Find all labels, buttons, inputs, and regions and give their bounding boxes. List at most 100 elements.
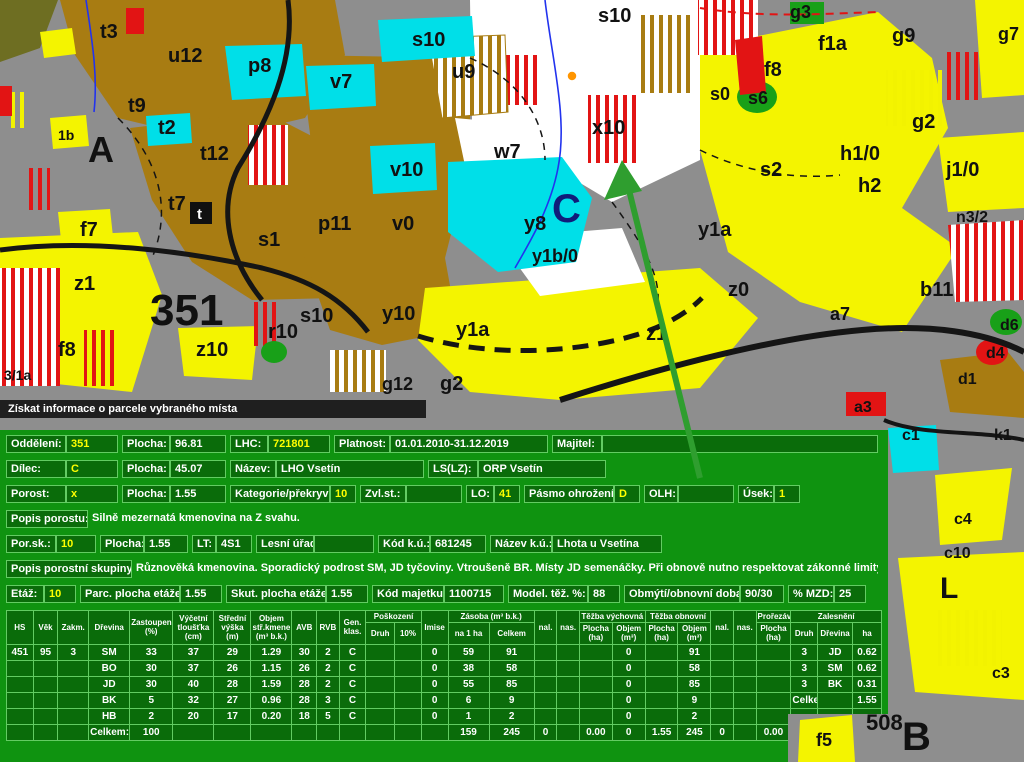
table-cell <box>173 724 214 740</box>
info-label: Popis porostní skupiny: <box>6 560 132 578</box>
map-label-v10: v10 <box>390 159 423 181</box>
map-label-p8: p8 <box>248 55 271 77</box>
map-label-h1/0: h1/0 <box>840 143 880 165</box>
table-cell <box>733 724 756 740</box>
table-cell <box>791 724 818 740</box>
table-cell <box>534 644 557 660</box>
info-value: 1100715 <box>444 585 504 603</box>
info-row: Popis porostu:Silně mezernatá kmenovina … <box>6 510 882 528</box>
info-label: Skut. plocha etáže: <box>226 585 326 603</box>
map-label-d1: d1 <box>958 371 977 388</box>
table-cell: JD <box>89 676 130 692</box>
app-screen: t3u12p8v7s10u9s10g3g9f1af8g7s0s6g2t9t21b… <box>0 0 1024 762</box>
info-value: 10 <box>330 485 356 503</box>
table-cell <box>395 676 422 692</box>
table-cell: 0.00 <box>579 724 612 740</box>
info-label: Obmýtí/obnovní doba: <box>624 585 740 603</box>
info-value: 681245 <box>430 535 486 553</box>
col-subheader: Objem (m³) <box>612 623 645 644</box>
col-header: Zalesnění <box>791 611 882 623</box>
map-label-f8: f8 <box>764 59 782 81</box>
table-cell: 0.20 <box>251 708 292 724</box>
info-value: 1.55 <box>326 585 368 603</box>
table-cell: BK <box>818 676 853 692</box>
map-label-p11: p11 <box>318 213 351 235</box>
map-label-t9: t9 <box>128 95 146 117</box>
table-cell: 3 <box>791 660 818 676</box>
map-label-t: t <box>197 206 202 223</box>
map-label-k1: k1 <box>994 427 1012 444</box>
table-row: BO3037261.15262C038580583SM0.62 <box>7 660 882 676</box>
table-cell: 58 <box>489 660 534 676</box>
table-cell <box>645 708 678 724</box>
table-cell <box>395 644 422 660</box>
info-row: Por.sk.:10Plocha:1.55LT:4S1Lesní úřad:Kó… <box>6 535 882 553</box>
table-cell <box>366 676 395 692</box>
info-value: x <box>66 485 118 503</box>
info-row: Etáž:10Parc. plocha etáže:1.55Skut. ploc… <box>6 585 882 603</box>
map-label-c10: c10 <box>944 545 971 562</box>
table-cell: Celkem: <box>791 692 818 708</box>
table-cell <box>579 692 612 708</box>
table-cell <box>557 676 580 692</box>
map-label-g12: g12 <box>382 374 413 394</box>
table-cell: 0 <box>612 644 645 660</box>
table-cell: 0 <box>421 660 448 676</box>
table-cell: 159 <box>448 724 489 740</box>
table-cell <box>853 724 882 740</box>
map-label-C: C <box>552 187 581 231</box>
table-cell <box>791 708 818 724</box>
table-cell: 5 <box>317 708 340 724</box>
table-cell <box>58 708 89 724</box>
panel-title: Získat informace o parcele vybraného mís… <box>0 400 426 418</box>
table-cell <box>733 676 756 692</box>
col-header: Věk <box>33 611 58 645</box>
col-header: Výčetní tloušťka (cm) <box>173 611 214 645</box>
map-label-c1: c1 <box>902 427 920 444</box>
table-row: 451953SM3337291.29302C059910913JD0.62 <box>7 644 882 660</box>
table-cell: C <box>339 708 366 724</box>
table-cell: 9 <box>489 692 534 708</box>
col-header: RVB <box>317 611 340 645</box>
table-cell: 91 <box>489 644 534 660</box>
table-cell <box>579 644 612 660</box>
table-cell <box>579 676 612 692</box>
col-header: Zakm. <box>58 611 89 645</box>
table-cell <box>58 724 89 740</box>
table-cell: 30 <box>130 660 173 676</box>
table-cell <box>366 708 395 724</box>
info-label: Úsek: <box>738 485 774 503</box>
table-cell: 0 <box>421 708 448 724</box>
table-cell: 0 <box>421 644 448 660</box>
map-label-y1a: y1a <box>456 319 490 341</box>
map-label-s0: s0 <box>710 84 730 104</box>
map-label-s6: s6 <box>748 88 768 108</box>
table-cell <box>366 660 395 676</box>
table-cell <box>818 708 853 724</box>
info-label: Kód k.ú.: <box>378 535 430 553</box>
col-header: Těžba obnovní <box>645 611 711 623</box>
info-value: 721801 <box>268 435 330 453</box>
table-cell <box>557 644 580 660</box>
table-cell: 1 <box>448 708 489 724</box>
info-value: 1.55 <box>144 535 188 553</box>
table-cell: 3 <box>791 644 818 660</box>
col-header: nal. <box>534 611 557 645</box>
table-cell <box>557 708 580 724</box>
table-row: JD3040281.59282C055850853BK0.31 <box>7 676 882 692</box>
info-row: Oddělení:351Plocha:96.81LHC:721801Platno… <box>6 435 882 453</box>
table-cell <box>7 660 34 676</box>
table-cell <box>579 660 612 676</box>
table-cell <box>818 692 853 708</box>
map-label-s1: s1 <box>258 229 280 251</box>
info-label: LHC: <box>230 435 268 453</box>
info-label: LT: <box>192 535 216 553</box>
table-cell: 2 <box>317 660 340 676</box>
map-label-g7: g7 <box>998 24 1019 44</box>
map-label-v7: v7 <box>330 71 352 93</box>
col-subheader: Dřevina <box>818 623 853 644</box>
col-subheader: na 1 ha <box>448 623 489 644</box>
info-value: 4S1 <box>216 535 252 553</box>
table-cell <box>58 660 89 676</box>
table-cell: 2 <box>130 708 173 724</box>
